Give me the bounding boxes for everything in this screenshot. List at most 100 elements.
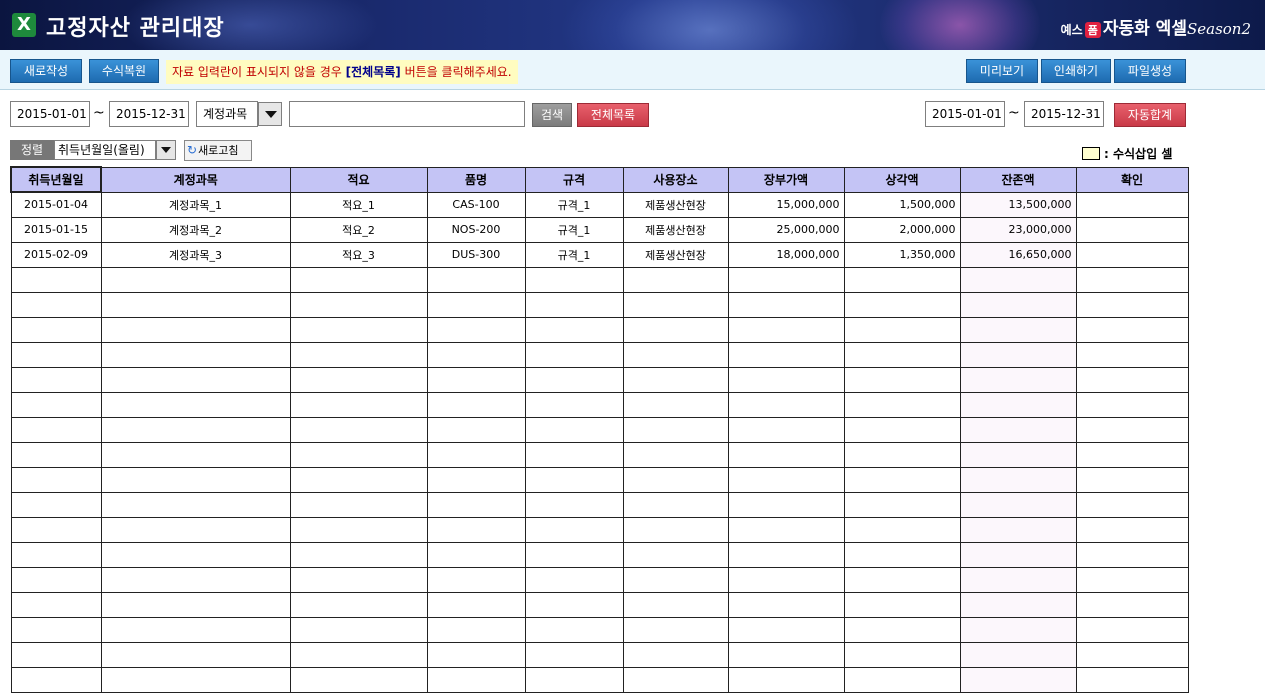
table-cell[interactable] xyxy=(622,641,729,668)
table-cell[interactable] xyxy=(727,291,845,318)
sum-date-from-input[interactable]: 2015-01-01 xyxy=(925,101,1005,127)
table-cell[interactable] xyxy=(843,416,961,443)
table-cell[interactable] xyxy=(727,541,845,568)
table-cell[interactable]: 18,000,000 xyxy=(727,241,845,268)
table-cell[interactable] xyxy=(10,391,102,418)
date-to-input[interactable]: 2015-12-31 xyxy=(109,101,189,127)
table-cell[interactable] xyxy=(100,366,291,393)
new-button[interactable]: 새로작성 xyxy=(10,59,82,83)
table-cell[interactable] xyxy=(426,591,526,618)
table-cell[interactable] xyxy=(843,266,961,293)
table-cell[interactable] xyxy=(100,666,291,693)
table-cell[interactable] xyxy=(100,441,291,468)
search-button[interactable]: 검색 xyxy=(532,103,572,127)
table-cell[interactable]: CAS-100 xyxy=(426,191,526,218)
table-cell[interactable] xyxy=(1075,266,1189,293)
column-header[interactable]: 계정과목 xyxy=(100,166,291,193)
table-cell[interactable] xyxy=(959,291,1077,318)
table-cell[interactable] xyxy=(1075,191,1189,218)
table-cell[interactable] xyxy=(622,316,729,343)
table-cell[interactable] xyxy=(727,516,845,543)
table-cell[interactable] xyxy=(843,491,961,518)
table-cell[interactable] xyxy=(959,316,1077,343)
sum-date-to-input[interactable]: 2015-12-31 xyxy=(1024,101,1104,127)
table-cell[interactable] xyxy=(959,466,1077,493)
table-cell[interactable] xyxy=(100,316,291,343)
table-cell[interactable] xyxy=(622,266,729,293)
table-cell[interactable] xyxy=(524,641,624,668)
table-cell[interactable]: 1,350,000 xyxy=(843,241,961,268)
table-cell[interactable] xyxy=(622,366,729,393)
table-cell[interactable] xyxy=(727,566,845,593)
table-cell[interactable] xyxy=(843,541,961,568)
table-cell[interactable] xyxy=(1075,391,1189,418)
all-list-button[interactable]: 전체목록 xyxy=(577,103,649,127)
table-cell[interactable]: 16,650,000 xyxy=(959,241,1077,268)
table-cell[interactable] xyxy=(1075,416,1189,443)
table-cell[interactable] xyxy=(1075,441,1189,468)
table-cell[interactable] xyxy=(289,591,428,618)
column-header[interactable]: 적요 xyxy=(289,166,428,193)
table-cell[interactable] xyxy=(843,666,961,693)
table-cell[interactable] xyxy=(843,316,961,343)
table-cell[interactable] xyxy=(289,341,428,368)
table-cell[interactable] xyxy=(289,491,428,518)
table-cell[interactable] xyxy=(622,391,729,418)
table-cell[interactable] xyxy=(524,266,624,293)
column-header[interactable]: 품명 xyxy=(426,166,526,193)
table-cell[interactable] xyxy=(426,566,526,593)
table-cell[interactable] xyxy=(843,341,961,368)
table-cell[interactable] xyxy=(843,641,961,668)
table-cell[interactable] xyxy=(1075,566,1189,593)
table-cell[interactable] xyxy=(289,541,428,568)
table-cell[interactable] xyxy=(622,541,729,568)
table-cell[interactable]: 23,000,000 xyxy=(959,216,1077,243)
table-cell[interactable] xyxy=(10,466,102,493)
table-cell[interactable] xyxy=(1075,366,1189,393)
table-cell[interactable] xyxy=(524,616,624,643)
table-cell[interactable] xyxy=(426,641,526,668)
table-cell[interactable] xyxy=(10,516,102,543)
table-cell[interactable] xyxy=(100,491,291,518)
table-cell[interactable] xyxy=(622,441,729,468)
table-cell[interactable] xyxy=(10,541,102,568)
table-cell[interactable]: 25,000,000 xyxy=(727,216,845,243)
table-cell[interactable] xyxy=(727,441,845,468)
table-cell[interactable] xyxy=(289,441,428,468)
table-cell[interactable]: 2015-02-09 xyxy=(10,241,102,268)
table-cell[interactable]: DUS-300 xyxy=(426,241,526,268)
table-cell[interactable] xyxy=(524,591,624,618)
table-cell[interactable] xyxy=(426,441,526,468)
table-cell[interactable]: 제품생산현장 xyxy=(622,241,729,268)
table-cell[interactable] xyxy=(622,466,729,493)
category-dropdown-button[interactable] xyxy=(258,102,282,126)
table-cell[interactable] xyxy=(426,316,526,343)
table-cell[interactable] xyxy=(727,591,845,618)
table-cell[interactable] xyxy=(426,666,526,693)
table-cell[interactable]: 1,500,000 xyxy=(843,191,961,218)
table-cell[interactable] xyxy=(524,541,624,568)
table-cell[interactable]: 적요_1 xyxy=(289,191,428,218)
table-cell[interactable] xyxy=(727,366,845,393)
table-cell[interactable] xyxy=(100,516,291,543)
table-cell[interactable] xyxy=(10,616,102,643)
date-from-input[interactable]: 2015-01-01 xyxy=(10,101,90,127)
table-cell[interactable] xyxy=(959,516,1077,543)
table-cell[interactable] xyxy=(524,366,624,393)
print-button[interactable]: 인쇄하기 xyxy=(1041,59,1111,83)
table-cell[interactable]: 13,500,000 xyxy=(959,191,1077,218)
table-cell[interactable] xyxy=(959,591,1077,618)
table-cell[interactable] xyxy=(289,391,428,418)
table-cell[interactable] xyxy=(289,616,428,643)
column-header[interactable]: 규격 xyxy=(524,166,624,193)
table-cell[interactable] xyxy=(524,416,624,443)
table-cell[interactable] xyxy=(843,516,961,543)
table-cell[interactable] xyxy=(843,391,961,418)
table-cell[interactable] xyxy=(100,291,291,318)
table-cell[interactable] xyxy=(10,591,102,618)
table-cell[interactable] xyxy=(1075,516,1189,543)
table-cell[interactable] xyxy=(10,566,102,593)
restore-formula-button[interactable]: 수식복원 xyxy=(89,59,159,83)
table-cell[interactable] xyxy=(1075,466,1189,493)
table-cell[interactable] xyxy=(100,566,291,593)
